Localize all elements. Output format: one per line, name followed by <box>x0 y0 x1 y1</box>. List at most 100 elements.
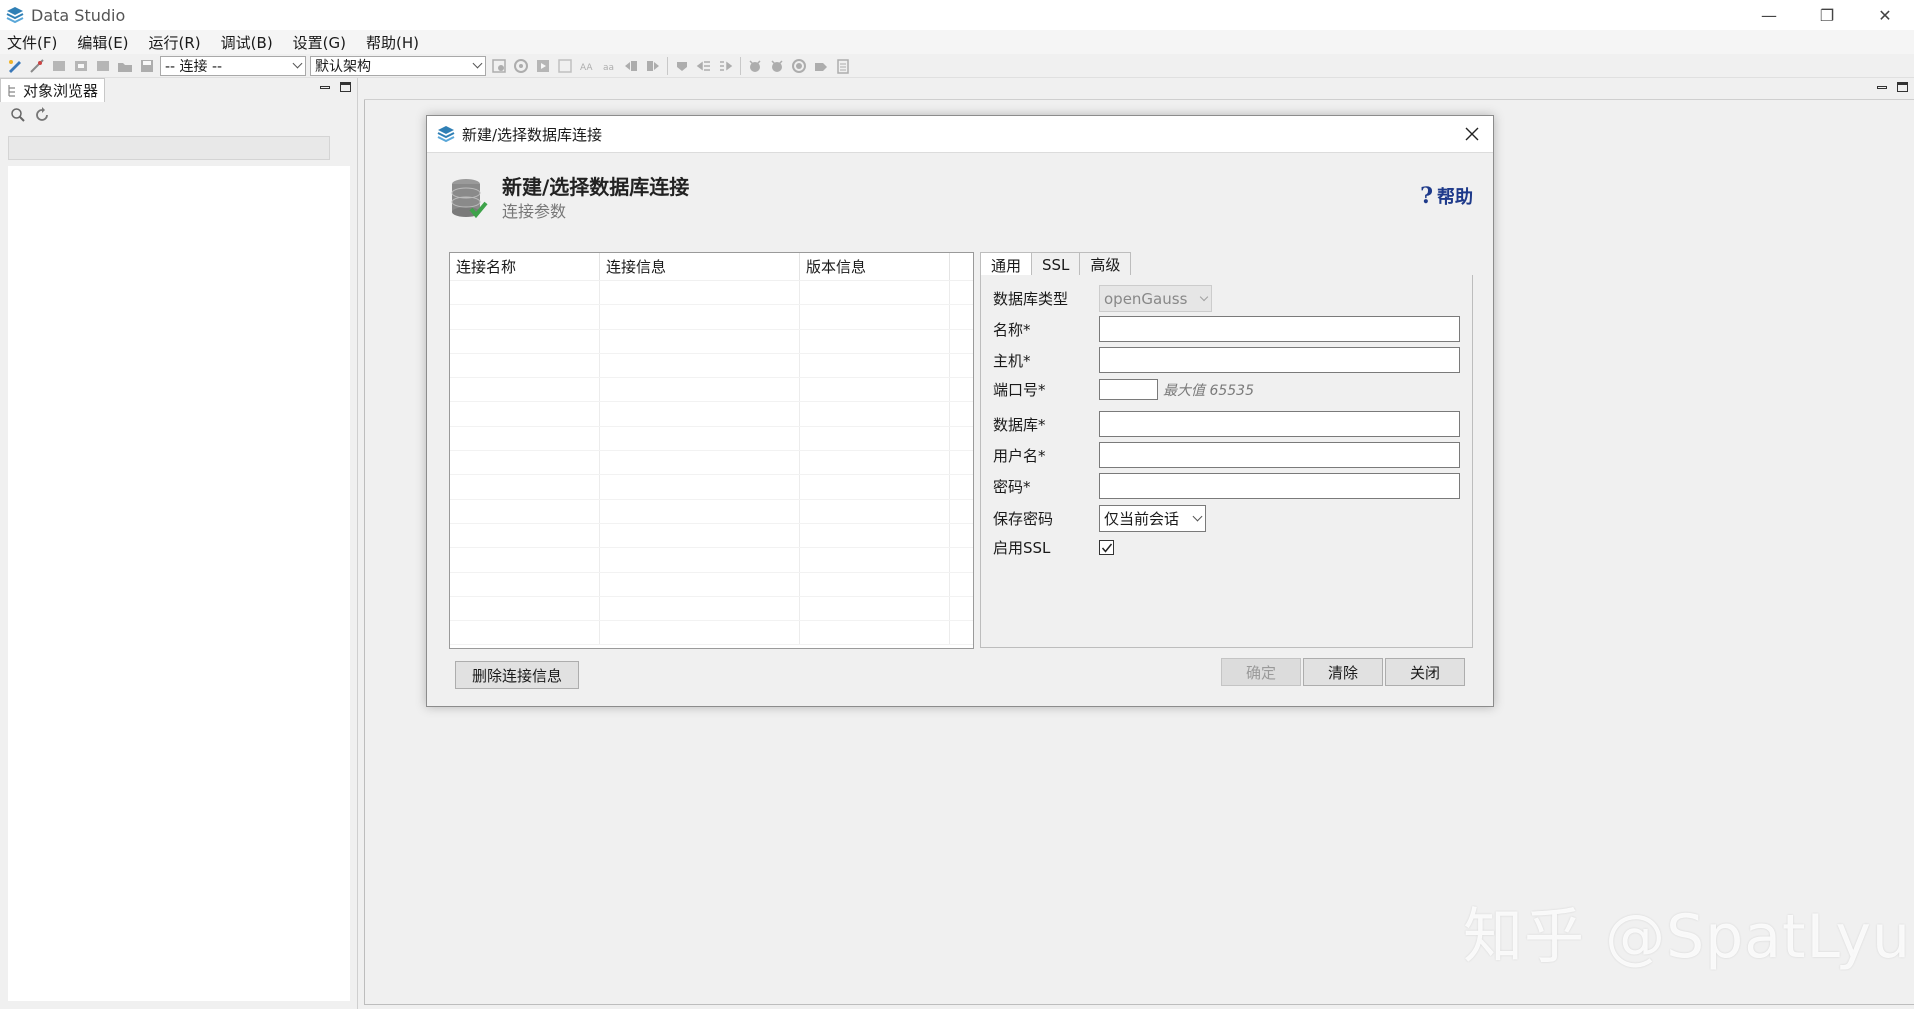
table-cell <box>800 573 950 596</box>
object-browser-panel: 对象浏览器 <box>0 78 358 1009</box>
data-studio-app-icon <box>5 5 25 25</box>
disconnect-icon[interactable] <box>29 58 45 74</box>
tree-icon <box>7 84 19 98</box>
table-cell <box>450 378 600 401</box>
uppercase-icon[interactable]: AA <box>579 58 595 74</box>
debug-step-icon[interactable] <box>769 58 785 74</box>
password-label: 密码* <box>993 476 1099 497</box>
connection-combo[interactable]: -- 连接 -- <box>160 56 306 76</box>
tab-advanced[interactable]: 高级 <box>1079 252 1131 276</box>
menu-edit[interactable]: 编辑(E) <box>74 31 131 54</box>
menu-run[interactable]: 运行(R) <box>146 31 204 54</box>
minimize-button[interactable]: — <box>1740 0 1798 30</box>
table-cell <box>800 451 950 474</box>
port-input[interactable] <box>1099 379 1158 400</box>
clear-button[interactable]: 清除 <box>1303 658 1383 686</box>
save-password-select[interactable]: 仅当前会话 <box>1099 505 1206 532</box>
table-row <box>450 548 973 572</box>
breakpoint-icon[interactable] <box>791 58 807 74</box>
table-cell <box>600 427 800 450</box>
maximize-panel-button[interactable] <box>340 82 351 92</box>
indent-right-icon[interactable] <box>645 58 661 74</box>
debug-icon[interactable] <box>747 58 763 74</box>
host-input[interactable] <box>1099 347 1460 373</box>
format-icon[interactable] <box>557 58 573 74</box>
username-input[interactable] <box>1099 442 1460 468</box>
table-cell <box>450 330 600 353</box>
connection-table[interactable]: 连接名称 连接信息 版本信息 <box>449 252 974 649</box>
collapse-icon[interactable] <box>696 58 712 74</box>
new-connection-icon[interactable] <box>7 58 23 74</box>
terminate-icon[interactable] <box>813 58 829 74</box>
run-icon[interactable] <box>513 58 529 74</box>
table-cell <box>600 475 800 498</box>
column-header-connection-name[interactable]: 连接名称 <box>450 253 600 280</box>
comment-icon[interactable] <box>674 58 690 74</box>
db-type-select: openGauss <box>1099 285 1212 312</box>
help-icon: ? <box>1420 183 1433 209</box>
password-input[interactable] <box>1099 473 1460 499</box>
menu-help[interactable]: 帮助(H) <box>363 31 422 54</box>
name-input[interactable] <box>1099 316 1460 342</box>
chevron-down-icon <box>1200 293 1208 301</box>
open-file-icon[interactable] <box>117 58 133 74</box>
menu-settings[interactable]: 设置(G) <box>290 31 349 54</box>
table-cell <box>600 548 800 571</box>
column-header-version-info[interactable]: 版本信息 <box>800 253 950 280</box>
table-cell <box>600 330 800 353</box>
database-label: 数据库* <box>993 414 1099 435</box>
close-window-button[interactable]: ✕ <box>1856 0 1914 30</box>
table-row <box>450 597 973 621</box>
execute-icon[interactable] <box>491 58 507 74</box>
search-icon[interactable] <box>10 107 26 123</box>
table-cell <box>800 500 950 523</box>
remove-connection-icon[interactable] <box>95 58 111 74</box>
ok-button[interactable]: 确定 <box>1221 658 1301 686</box>
expand-icon[interactable] <box>718 58 734 74</box>
step-icon[interactable] <box>535 58 551 74</box>
table-cell <box>600 281 800 304</box>
menu-debug[interactable]: 调试(B) <box>218 31 276 54</box>
indent-left-icon[interactable] <box>623 58 639 74</box>
table-cell <box>450 597 600 620</box>
edit-connection-icon[interactable] <box>73 58 89 74</box>
delete-connection-button[interactable]: 删除连接信息 <box>455 661 579 689</box>
lowercase-icon[interactable]: aa <box>601 58 617 74</box>
tab-object-browser[interactable]: 对象浏览器 <box>0 78 105 102</box>
clipboard-icon[interactable] <box>835 58 851 74</box>
refresh-icon[interactable] <box>34 107 50 123</box>
help-link[interactable]: ? 帮助 <box>1420 183 1473 209</box>
dialog-close-button[interactable] <box>1461 123 1483 145</box>
table-row <box>450 305 973 329</box>
general-form: 数据库类型 openGauss 名称* 主机* 端口号* 最大值 65535 数… <box>980 275 1473 648</box>
port-label: 端口号* <box>993 379 1099 400</box>
save-icon[interactable] <box>139 58 155 74</box>
restore-button[interactable]: ❐ <box>1798 0 1856 30</box>
table-row <box>450 402 973 426</box>
database-input[interactable] <box>1099 411 1460 437</box>
main-toolbar: -- 连接 -- 默认架构 AA aa <box>0 54 1914 78</box>
refresh-connection-icon[interactable] <box>51 58 67 74</box>
menu-file[interactable]: 文件(F) <box>4 31 60 54</box>
tab-ssl[interactable]: SSL <box>1031 252 1080 276</box>
chevron-down-icon <box>1193 512 1203 522</box>
close-button[interactable]: 关闭 <box>1385 658 1465 686</box>
close-icon <box>1465 127 1479 141</box>
table-cell <box>800 597 950 620</box>
object-search-input[interactable] <box>8 136 330 160</box>
table-cell <box>450 427 600 450</box>
minimize-editor-button[interactable] <box>1877 86 1887 89</box>
host-label: 主机* <box>993 350 1099 371</box>
database-icon <box>449 177 489 221</box>
maximize-editor-button[interactable] <box>1897 82 1908 92</box>
schema-combo[interactable]: 默认架构 <box>310 56 486 76</box>
table-cell <box>600 402 800 425</box>
table-cell <box>450 475 600 498</box>
table-row <box>450 500 973 524</box>
column-header-connection-info[interactable]: 连接信息 <box>600 253 800 280</box>
table-cell <box>800 427 950 450</box>
chevron-down-icon <box>293 59 303 69</box>
enable-ssl-checkbox[interactable] <box>1099 540 1114 555</box>
minimize-panel-button[interactable] <box>320 86 330 89</box>
tab-general[interactable]: 通用 <box>980 252 1032 277</box>
